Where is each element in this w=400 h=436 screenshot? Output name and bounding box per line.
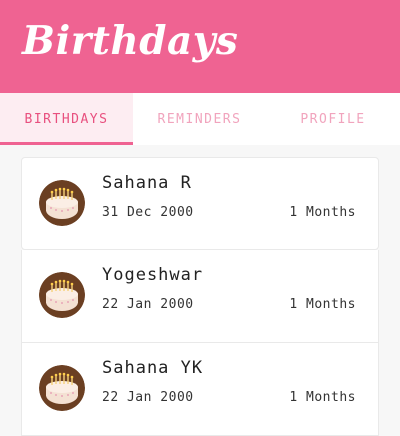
cake-icon: [39, 365, 85, 411]
cake-icon: [39, 180, 85, 226]
birthday-date: 22 Jan 2000: [102, 390, 194, 405]
tab-birthdays[interactable]: BIRTHDAYS: [0, 93, 133, 145]
birthday-months: 1 Months: [289, 390, 356, 405]
cake-icon: [39, 272, 85, 318]
tab-bar: BIRTHDAYS REMINDERS PROFILE: [0, 93, 400, 145]
tab-reminders[interactable]: REMINDERS: [133, 93, 266, 145]
list-item[interactable]: Yogeshwar 22 Jan 2000 1 Months: [21, 250, 379, 343]
list-item[interactable]: Sahana YK 22 Jan 2000 1 Months: [21, 343, 379, 436]
birthday-months: 1 Months: [289, 205, 356, 220]
tab-profile[interactable]: PROFILE: [266, 93, 400, 145]
list-item[interactable]: Sahana R 31 Dec 2000 1 Months: [21, 157, 379, 250]
birthday-name: Yogeshwar: [102, 265, 204, 285]
app-bar: Birthdays: [0, 0, 400, 93]
birthday-name: Sahana R: [102, 173, 192, 193]
app-title: Birthdays: [22, 18, 239, 64]
birthday-months: 1 Months: [289, 297, 356, 312]
birthday-date: 22 Jan 2000: [102, 297, 194, 312]
birthday-name: Sahana YK: [102, 358, 204, 378]
birthday-date: 31 Dec 2000: [102, 205, 194, 220]
birthday-list: Sahana R 31 Dec 2000 1 Months Yogeshwar …: [21, 157, 379, 436]
